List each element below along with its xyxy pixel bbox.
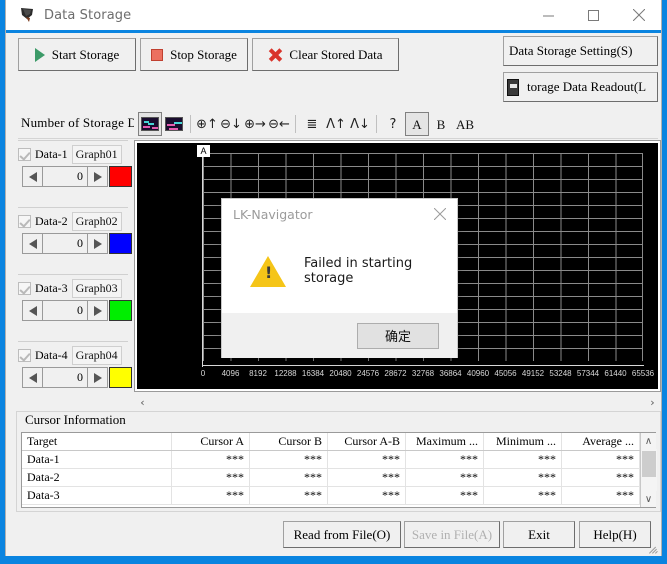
warning-triangle-icon: ! (250, 256, 286, 287)
dialog-title: LK-Navigator (233, 207, 313, 222)
warning-exclamation: ! (265, 265, 271, 281)
dialog-message: Failed in starting storage (304, 256, 457, 286)
data-storage-window: Data Storage Start Storage Stop Storage … (5, 0, 662, 556)
dialog-ok-button[interactable]: 确定 (357, 323, 439, 349)
dialog-footer: 确定 (222, 313, 457, 358)
dialog-close-button[interactable] (423, 199, 457, 229)
modal-overlay: LK-Navigator ! Failed in starting storag… (6, 0, 661, 556)
desktop-background: Data Storage Start Storage Stop Storage … (0, 0, 667, 564)
dialog-body: ! Failed in starting storage (222, 229, 457, 313)
dialog-title-bar: LK-Navigator (222, 199, 457, 229)
lk-navigator-dialog: LK-Navigator ! Failed in starting storag… (221, 198, 458, 358)
